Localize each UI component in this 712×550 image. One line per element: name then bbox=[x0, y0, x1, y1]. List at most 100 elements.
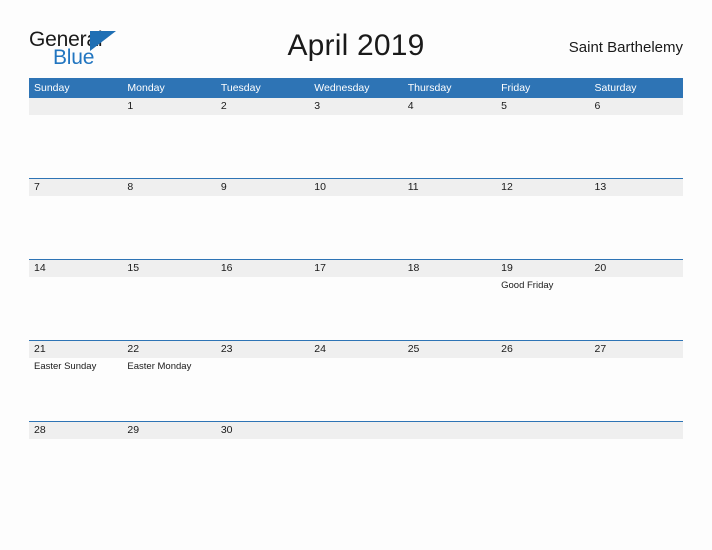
day-cell-body: 26 bbox=[496, 340, 590, 421]
day-cell-body: 22 Easter Monday bbox=[122, 340, 216, 421]
day-number: 14 bbox=[34, 262, 46, 274]
day-cell[interactable] bbox=[589, 421, 683, 462]
calendar-page: General Blue April 2019 Saint Barthelemy… bbox=[0, 0, 712, 550]
day-cell[interactable]: 16 bbox=[215, 259, 310, 340]
day-cell[interactable] bbox=[496, 421, 590, 462]
day-cell-body: 23 bbox=[215, 340, 310, 421]
day-number: 25 bbox=[407, 343, 420, 355]
day-cell-body: 6 bbox=[589, 98, 683, 178]
day-cell[interactable]: 30 bbox=[215, 421, 310, 462]
day-cell[interactable]: 23 bbox=[215, 340, 310, 421]
day-cell[interactable]: 2 bbox=[215, 98, 310, 178]
day-number: 12 bbox=[501, 181, 513, 193]
day-cell[interactable] bbox=[309, 421, 403, 462]
day-number: 28 bbox=[34, 424, 46, 436]
day-cell-body bbox=[29, 98, 123, 178]
week-row: 1 2 3 4 5 6 bbox=[29, 98, 683, 178]
day-cell[interactable]: 6 bbox=[589, 98, 683, 178]
day-cell-body: 7 bbox=[29, 178, 123, 259]
day-cell[interactable]: 11 bbox=[402, 178, 497, 259]
day-cell[interactable]: 22 Easter Monday bbox=[122, 340, 216, 421]
day-cell-body: 21 Easter Sunday bbox=[29, 340, 123, 421]
day-cell[interactable]: 4 bbox=[402, 98, 497, 178]
day-number: 27 bbox=[594, 343, 607, 355]
day-number: 21 bbox=[34, 343, 46, 355]
holiday-label: Good Friday bbox=[501, 280, 554, 291]
day-cell-body: 8 bbox=[122, 178, 216, 259]
day-cell[interactable]: 26 bbox=[496, 340, 590, 421]
day-number: 2 bbox=[220, 100, 227, 112]
day-cell[interactable]: 5 bbox=[496, 98, 590, 178]
day-cell-body: 1 bbox=[122, 98, 216, 178]
day-cell[interactable]: 17 bbox=[309, 259, 403, 340]
day-number: 11 bbox=[407, 181, 419, 193]
day-number: 22 bbox=[127, 343, 140, 355]
day-events: Good Friday bbox=[501, 279, 587, 292]
day-number: 8 bbox=[127, 181, 134, 193]
day-cell[interactable]: 28 bbox=[29, 421, 123, 462]
day-number: 18 bbox=[407, 262, 420, 274]
day-cell-body: 18 bbox=[402, 259, 497, 340]
day-number: 3 bbox=[314, 100, 321, 112]
day-cell[interactable]: 13 bbox=[589, 178, 683, 259]
location-label: Saint Barthelemy bbox=[568, 39, 683, 56]
day-number: 6 bbox=[594, 100, 601, 112]
holiday-label: Easter Monday bbox=[127, 361, 192, 372]
month-weeks: 1 2 3 4 5 6 7 8 9 10 11 12 13 14 15 16 17 18 19 Good Friday… bbox=[29, 98, 683, 462]
day-cell[interactable]: 24 bbox=[309, 340, 403, 421]
day-number: 9 bbox=[220, 181, 227, 193]
day-number: 20 bbox=[594, 262, 607, 274]
weekday-header-wednesday: Wednesday bbox=[309, 78, 403, 98]
day-cell[interactable] bbox=[402, 421, 497, 462]
day-cell-body: 12 bbox=[496, 178, 590, 259]
day-cell-body: 29 bbox=[122, 421, 216, 462]
month-grid: Sunday Monday Tuesday Wednesday Thursday Frid… bbox=[29, 78, 683, 462]
week-row: 14 15 16 17 18 19 Good Friday 20 bbox=[29, 259, 683, 340]
weekday-header-row: Sunday Monday Tuesday Wednesday Thursday Frid… bbox=[29, 78, 683, 98]
day-cell[interactable]: 12 bbox=[496, 178, 590, 259]
day-cell-body: 9 bbox=[215, 178, 310, 259]
day-cell[interactable]: 27 bbox=[589, 340, 683, 421]
day-cell[interactable]: 8 bbox=[122, 178, 216, 259]
day-events: Easter Monday bbox=[127, 360, 213, 373]
day-cell-body: 30 bbox=[215, 421, 310, 462]
day-number: 24 bbox=[314, 343, 326, 355]
day-cell[interactable]: 7 bbox=[29, 178, 123, 259]
day-cell-body bbox=[589, 421, 683, 462]
day-cell[interactable]: 9 bbox=[215, 178, 310, 259]
day-number: 10 bbox=[314, 181, 326, 193]
day-number: 19 bbox=[501, 262, 513, 274]
week-row: 21 Easter Sunday 22 Easter Monday 23 24 25 26 27 bbox=[29, 340, 683, 421]
day-cell-body: 24 bbox=[309, 340, 403, 421]
day-number: 15 bbox=[127, 262, 140, 274]
day-cell-body: 27 bbox=[589, 340, 683, 421]
day-cell[interactable]: 21 Easter Sunday bbox=[29, 340, 123, 421]
day-cell-body: 28 bbox=[29, 421, 123, 462]
day-events: Easter Sunday bbox=[34, 360, 120, 373]
day-cell[interactable] bbox=[29, 98, 123, 178]
holiday-label: Easter Sunday bbox=[34, 361, 97, 372]
day-cell-body: 25 bbox=[402, 340, 497, 421]
day-number: 17 bbox=[314, 262, 326, 274]
day-cell-body: 5 bbox=[496, 98, 590, 178]
weekday-header-saturday: Saturday bbox=[589, 78, 683, 98]
day-number: 1 bbox=[127, 100, 134, 112]
day-cell[interactable]: 15 bbox=[122, 259, 216, 340]
day-cell[interactable]: 29 bbox=[122, 421, 216, 462]
day-cell[interactable]: 10 bbox=[309, 178, 403, 259]
weekday-header-tuesday: Tuesday bbox=[215, 78, 310, 98]
day-cell-body: 20 bbox=[589, 259, 683, 340]
day-cell[interactable]: 19 Good Friday bbox=[496, 259, 590, 340]
day-cell[interactable]: 25 bbox=[402, 340, 497, 421]
day-number: 16 bbox=[220, 262, 233, 274]
weekday-header-sunday: Sunday bbox=[29, 78, 123, 98]
day-cell-body: 13 bbox=[589, 178, 683, 259]
day-cell[interactable]: 14 bbox=[29, 259, 123, 340]
day-number: 30 bbox=[220, 424, 233, 436]
day-cell[interactable]: 1 bbox=[122, 98, 216, 178]
day-cell-body bbox=[309, 421, 403, 462]
weekday-header-thursday: Thursday bbox=[402, 78, 497, 98]
day-cell[interactable]: 3 bbox=[309, 98, 403, 178]
day-cell[interactable]: 18 bbox=[402, 259, 497, 340]
day-cell[interactable]: 20 bbox=[589, 259, 683, 340]
